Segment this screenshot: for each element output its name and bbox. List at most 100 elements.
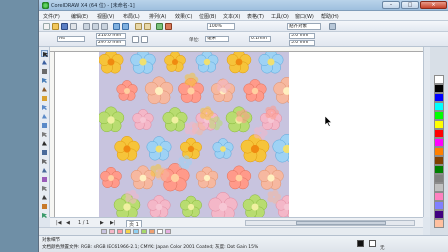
- outline-tool-icon[interactable]: [41, 194, 48, 201]
- zoom-tool-icon[interactable]: [41, 77, 48, 84]
- document-palette-swatch[interactable]: [157, 229, 163, 234]
- ellipse-tool-icon[interactable]: [41, 113, 48, 120]
- palette-swatch[interactable]: [434, 165, 444, 174]
- export-icon[interactable]: [144, 23, 151, 30]
- nudge-distance-field[interactable]: 0.1mm: [249, 36, 271, 42]
- outline-color-indicator[interactable]: [369, 240, 376, 247]
- palette-swatch[interactable]: [434, 156, 444, 165]
- landscape-icon[interactable]: [141, 36, 148, 43]
- page-width-field[interactable]: 210.0 mm: [96, 33, 126, 39]
- title-bar: CorelDRAW X4 (64 位) - [未命名-1] – □ ×: [39, 0, 448, 11]
- palette-swatch[interactable]: [434, 201, 444, 210]
- next-page-button[interactable]: ▶: [100, 220, 104, 226]
- interactive-fill-tool-icon[interactable]: [41, 212, 48, 219]
- palette-swatch[interactable]: [434, 129, 444, 138]
- menu-item[interactable]: 效果(C): [175, 13, 192, 20]
- horizontal-scrollbar[interactable]: [245, 220, 415, 226]
- parallel-dimension-tool-icon[interactable]: [41, 158, 48, 165]
- maximize-button[interactable]: □: [401, 1, 419, 9]
- palette-swatch[interactable]: [434, 75, 444, 84]
- menu-item[interactable]: 窗口(W): [295, 13, 314, 20]
- document-palette-swatch[interactable]: [165, 229, 171, 234]
- import-icon[interactable]: [135, 23, 142, 30]
- document-palette-swatch[interactable]: [133, 229, 139, 234]
- portrait-icon[interactable]: [132, 36, 139, 43]
- flower-pattern-image[interactable]: [99, 52, 289, 217]
- duplicate-x-field[interactable]: 5.0 mm: [289, 33, 315, 39]
- copy-icon[interactable]: [92, 23, 99, 30]
- menu-item[interactable]: 排列(A): [149, 13, 166, 20]
- palette-swatch[interactable]: [434, 93, 444, 102]
- menu-item[interactable]: 帮助(H): [321, 13, 339, 20]
- smart-fill-tool-icon[interactable]: [41, 95, 48, 102]
- menu-item[interactable]: 表格(T): [247, 13, 264, 20]
- undo-icon[interactable]: [113, 23, 120, 30]
- freehand-tool-icon[interactable]: [41, 86, 48, 93]
- document-palette-swatch[interactable]: [101, 229, 107, 234]
- menu-item[interactable]: 布局(L): [123, 13, 140, 20]
- new-document-icon[interactable]: [43, 23, 50, 30]
- document-palette-swatch[interactable]: [125, 229, 131, 234]
- menu-item[interactable]: 编辑(E): [71, 13, 88, 20]
- palette-swatch[interactable]: [434, 174, 444, 183]
- rectangle-tool-icon[interactable]: [41, 104, 48, 111]
- menu-item[interactable]: 视图(V): [97, 13, 114, 20]
- last-page-button[interactable]: ▶|: [110, 220, 116, 226]
- palette-swatch[interactable]: [434, 111, 444, 120]
- duplicate-y-field[interactable]: 5.0 mm: [289, 40, 315, 46]
- first-page-button[interactable]: |◀: [56, 220, 62, 226]
- corel-online-icon[interactable]: [165, 23, 172, 30]
- paste-icon[interactable]: [101, 23, 108, 30]
- polygon-tool-icon[interactable]: [41, 122, 48, 129]
- document-palette-swatch[interactable]: [141, 229, 147, 234]
- connector-tool-icon[interactable]: [41, 167, 48, 174]
- document-palette-swatch[interactable]: [109, 229, 115, 234]
- property-bar: A4 210.0 mm 297.0 mm 单位: 毫米 0.1mm 5.0 mm…: [39, 32, 448, 47]
- palette-swatch[interactable]: [434, 102, 444, 111]
- cut-icon[interactable]: [83, 23, 90, 30]
- table-tool-icon[interactable]: [41, 149, 48, 156]
- crop-tool-icon[interactable]: [41, 68, 48, 75]
- palette-swatch[interactable]: [434, 120, 444, 129]
- palette-swatch[interactable]: [434, 147, 444, 156]
- blend-tool-icon[interactable]: [41, 176, 48, 183]
- basic-shapes-tool-icon[interactable]: [41, 131, 48, 138]
- palette-swatch[interactable]: [434, 138, 444, 147]
- paper-size-dropdown[interactable]: A4: [57, 36, 85, 42]
- redo-icon[interactable]: [122, 23, 129, 30]
- fill-color-indicator[interactable]: [357, 240, 364, 247]
- menu-item[interactable]: 文本(X): [223, 13, 240, 20]
- menu-item[interactable]: 文件(F): [43, 13, 60, 20]
- close-button[interactable]: ×: [420, 1, 447, 9]
- application-launcher-icon[interactable]: [156, 23, 163, 30]
- palette-swatch[interactable]: [434, 192, 444, 201]
- page-height-field[interactable]: 297.0 mm: [96, 40, 126, 46]
- previous-page-button[interactable]: ◀: [66, 220, 70, 226]
- palette-swatch[interactable]: [434, 219, 444, 228]
- palette-swatch[interactable]: [434, 210, 444, 219]
- scrollbar-thumb[interactable]: [296, 221, 386, 225]
- eyedropper-tool-icon[interactable]: [41, 185, 48, 192]
- save-icon[interactable]: [61, 23, 68, 30]
- minimize-button[interactable]: –: [382, 1, 400, 9]
- zoom-level-field[interactable]: 100%: [207, 23, 235, 30]
- fill-tool-icon[interactable]: [41, 203, 48, 210]
- menu-item[interactable]: 位图(B): [199, 13, 216, 20]
- options-icon[interactable]: [329, 23, 336, 30]
- pick-tool-icon[interactable]: [41, 50, 48, 57]
- menu-item[interactable]: 工具(O): [271, 13, 289, 20]
- palette-swatch[interactable]: [434, 183, 444, 192]
- units-dropdown[interactable]: 毫米: [205, 36, 229, 42]
- status-object-details: 对象细节: [42, 238, 60, 243]
- print-icon[interactable]: [70, 23, 77, 30]
- snap-to-dropdown[interactable]: 贴齐对象: [287, 23, 321, 30]
- palette-swatch[interactable]: [434, 84, 444, 93]
- document-palette-swatch[interactable]: [149, 229, 155, 234]
- docker-tab-strip[interactable]: [423, 47, 430, 217]
- status-color-profile[interactable]: 文档颜色预置文件: RGB: sRGB IEC61966-2.1; CMYK: …: [42, 244, 258, 250]
- shape-tool-icon[interactable]: [41, 59, 48, 66]
- open-folder-icon[interactable]: [52, 23, 59, 30]
- text-tool-icon[interactable]: [41, 140, 48, 147]
- document-palette-swatch[interactable]: [117, 229, 123, 234]
- drawing-canvas[interactable]: [55, 52, 423, 217]
